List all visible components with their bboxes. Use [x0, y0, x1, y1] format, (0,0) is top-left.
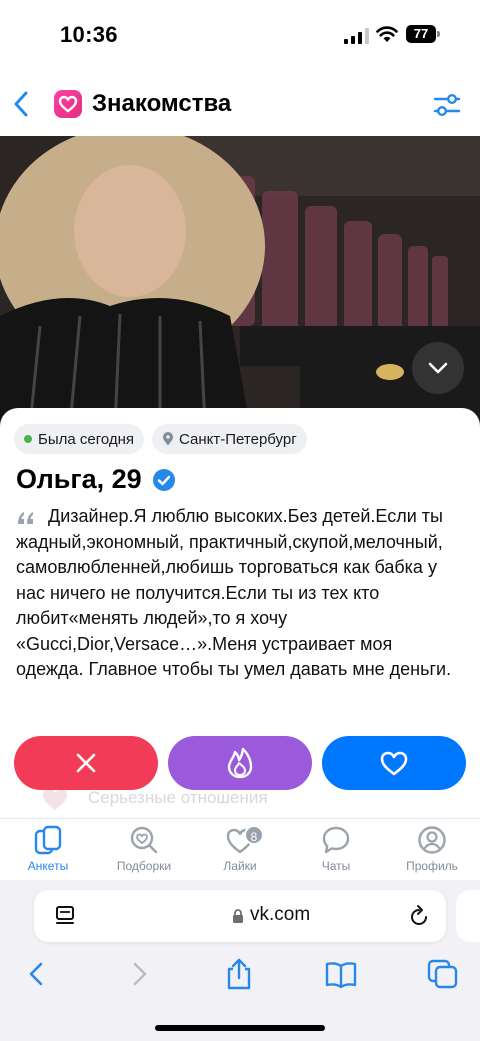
- nav-label-profil: Профиль: [406, 859, 458, 873]
- location-pin-icon: [163, 432, 174, 446]
- online-status-chip: Была сегодня: [14, 424, 145, 454]
- page-title: Знакомства: [92, 90, 232, 117]
- online-status-label: Была сегодня: [38, 430, 135, 448]
- profile-chips: Была сегодня Санкт-Петербург: [14, 424, 307, 454]
- chevron-left-icon[interactable]: [10, 90, 34, 118]
- nav-item-chaty[interactable]: Чаты: [288, 825, 384, 873]
- browser-forward-icon[interactable]: [122, 958, 156, 990]
- tabs-icon[interactable]: [426, 958, 460, 990]
- like-button[interactable]: [322, 736, 466, 790]
- relationship-goal-label: Серьезные отношения: [88, 788, 268, 807]
- close-icon: [76, 753, 96, 773]
- superlike-button[interactable]: [168, 736, 312, 790]
- verified-icon: [152, 468, 175, 491]
- cellular-signal-icon: [344, 28, 369, 44]
- bookmarks-icon[interactable]: [324, 958, 358, 990]
- wifi-icon: [376, 26, 398, 42]
- nav-label-chaty: Чаты: [321, 859, 351, 873]
- name-row: Ольга, 29: [16, 464, 176, 495]
- chevron-down-icon: [428, 362, 448, 374]
- city-chip: Санкт-Петербург: [152, 424, 307, 454]
- url-text: vk.com: [250, 904, 311, 925]
- swipe-actions: [14, 736, 466, 790]
- online-dot-icon: [24, 435, 32, 443]
- home-indicator: [155, 1025, 325, 1031]
- share-icon[interactable]: [222, 958, 256, 990]
- status-bar: 10:36 77: [0, 0, 480, 70]
- fire-icon: [227, 747, 253, 779]
- chat-bubble-icon: [322, 826, 350, 854]
- expand-profile-button[interactable]: [412, 342, 464, 394]
- nav-label-ankety: Анкеты: [27, 859, 69, 873]
- cards-icon: [34, 825, 62, 855]
- likes-count-badge: 8: [244, 825, 264, 845]
- city-label: Санкт-Петербург: [179, 430, 297, 448]
- photo-image: [0, 136, 480, 426]
- dislike-button[interactable]: [14, 736, 158, 790]
- browser-chrome: vk.com: [0, 880, 480, 1041]
- next-tab-preview[interactable]: [456, 890, 480, 942]
- nav-label-podborki: Подборки: [116, 859, 172, 873]
- nav-item-layki[interactable]: 8 Лайки: [192, 825, 288, 873]
- heart-search-icon: [130, 826, 158, 854]
- heart-icon: [380, 751, 408, 776]
- sliders-icon[interactable]: [432, 92, 462, 118]
- browser-back-icon[interactable]: [20, 958, 54, 990]
- app-header: Знакомства: [0, 78, 480, 130]
- profile-photo[interactable]: [0, 136, 480, 426]
- dating-logo-icon: [54, 90, 82, 118]
- battery-level: 77: [413, 26, 429, 41]
- nav-item-profil[interactable]: Профиль: [384, 825, 480, 873]
- reload-icon[interactable]: [408, 904, 430, 928]
- battery-indicator: 77: [406, 25, 440, 43]
- status-time: 10:36: [60, 22, 118, 47]
- address-bar[interactable]: vk.com: [34, 890, 446, 942]
- profile-icon: [418, 826, 446, 854]
- nav-item-podborki[interactable]: Подборки: [96, 825, 192, 873]
- nav-label-layki: Лайки: [223, 859, 257, 873]
- profile-name: Ольга, 29: [16, 464, 142, 494]
- lock-icon: [233, 909, 243, 923]
- nav-item-ankety[interactable]: Анкеты: [0, 825, 96, 873]
- bottom-nav: Анкеты Подборки 8 Лайки Чаты Профиль: [0, 818, 480, 880]
- reader-mode-icon[interactable]: [54, 904, 76, 928]
- profile-bio: Дизайнер.Я люблю высоких.Без детей.Если …: [16, 506, 452, 679]
